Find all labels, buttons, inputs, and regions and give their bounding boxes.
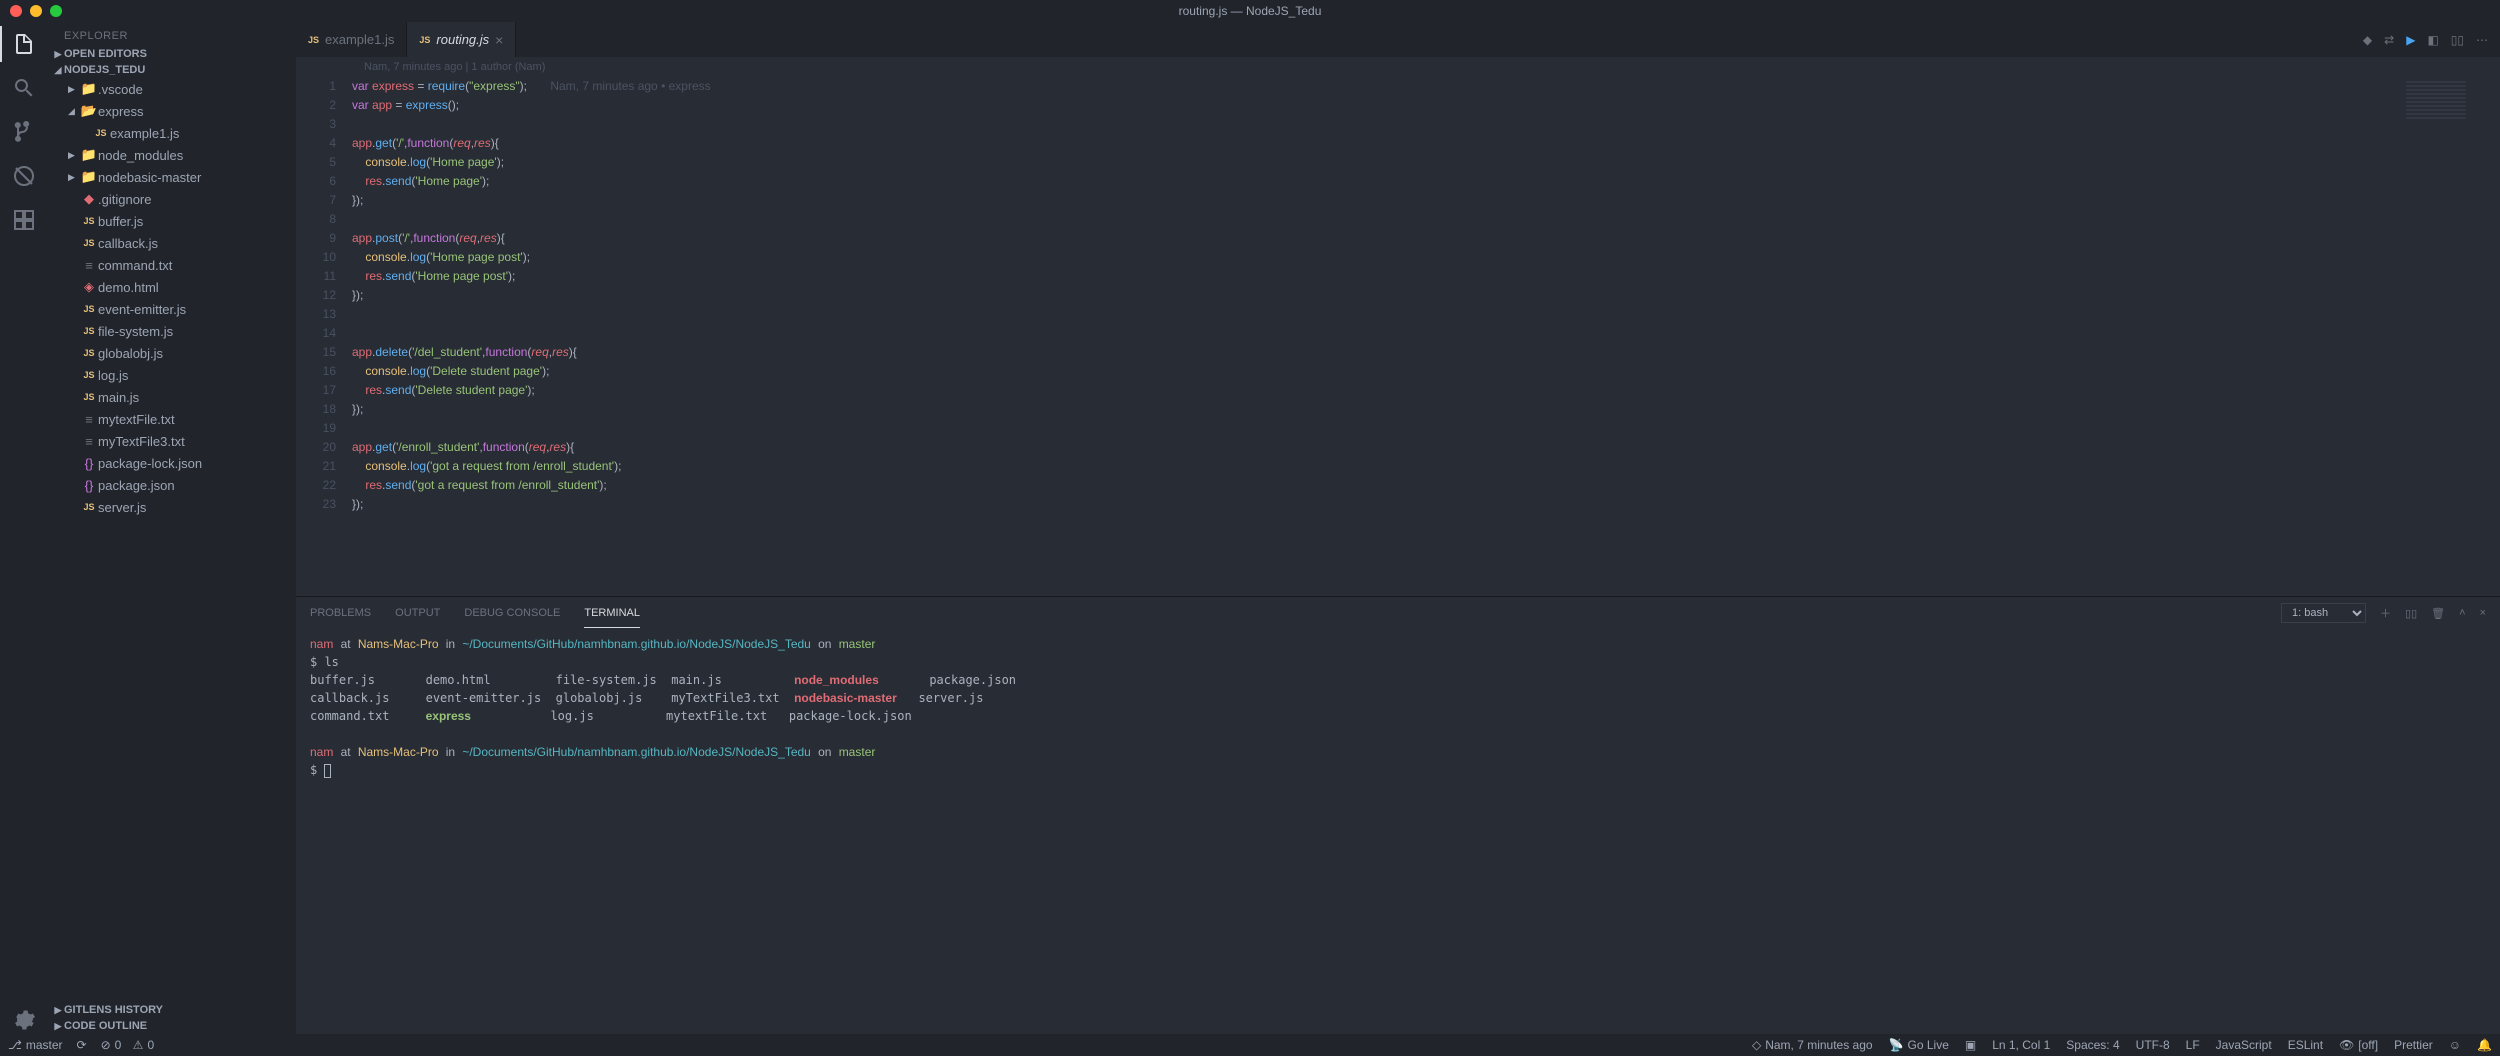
section-label: GITLENS HISTORY bbox=[64, 1004, 163, 1016]
open-changes-icon[interactable]: ◧ bbox=[2427, 33, 2438, 47]
compare-icon[interactable]: ⇄ bbox=[2384, 33, 2394, 47]
tree-file-mytextfile3[interactable]: ≡myTextFile3.txt bbox=[48, 430, 296, 452]
extensions-icon[interactable] bbox=[10, 206, 38, 234]
settings-icon[interactable] bbox=[10, 1006, 38, 1034]
tab-terminal[interactable]: TERMINAL bbox=[584, 599, 640, 628]
tree-file-log[interactable]: JSlog.js bbox=[48, 364, 296, 386]
tree-file-main[interactable]: JSmain.js bbox=[48, 386, 296, 408]
activity-bar bbox=[0, 22, 48, 1034]
tree-file-callback[interactable]: JScallback.js bbox=[48, 232, 296, 254]
tree-file-mytextfile[interactable]: ≡mytextFile.txt bbox=[48, 408, 296, 430]
status-spaces[interactable]: Spaces: 4 bbox=[2066, 1038, 2119, 1052]
sync-icon: ⟳ bbox=[77, 1038, 87, 1052]
section-label: OPEN EDITORS bbox=[64, 48, 147, 60]
status-sync[interactable]: ⟳ bbox=[77, 1038, 87, 1052]
split-editor-icon[interactable]: ▯▯ bbox=[2451, 33, 2464, 47]
section-open-editors[interactable]: ▶OPEN EDITORS bbox=[48, 46, 296, 62]
status-off[interactable]: 👁[off] bbox=[2339, 1038, 2378, 1052]
tab-bar: JSexample1.js JSrouting.js× ◆ ⇄ ▶ ◧ ▯▯ ⋯ bbox=[296, 22, 2500, 57]
status-lncol[interactable]: Ln 1, Col 1 bbox=[1992, 1038, 2050, 1052]
status-golive[interactable]: 📡Go Live bbox=[1889, 1038, 1949, 1052]
tree-file-eventemitter[interactable]: JSevent-emitter.js bbox=[48, 298, 296, 320]
live-share-icon: ▣ bbox=[1965, 1038, 1976, 1052]
explorer-icon[interactable] bbox=[10, 30, 38, 58]
tree-folder-vscode[interactable]: ▶📁.vscode bbox=[48, 78, 296, 100]
section-project[interactable]: ◢NODEJS_TEDU bbox=[48, 62, 296, 78]
tree-file-gitignore[interactable]: ◆.gitignore bbox=[48, 188, 296, 210]
titlebar: routing.js — NodeJS_Tedu bbox=[0, 0, 2500, 22]
broadcast-icon: 📡 bbox=[1889, 1038, 1904, 1052]
status-errors[interactable]: ⊘0 ⚠0 bbox=[101, 1038, 155, 1052]
status-live-share[interactable]: ▣ bbox=[1965, 1038, 1976, 1052]
status-encoding[interactable]: UTF-8 bbox=[2136, 1038, 2170, 1052]
status-bell[interactable]: 🔔 bbox=[2477, 1038, 2492, 1052]
tree-file-filesystem[interactable]: JSfile-system.js bbox=[48, 320, 296, 342]
minimap[interactable] bbox=[2400, 75, 2500, 125]
split-terminal-icon[interactable]: ▯▯ bbox=[2405, 607, 2417, 620]
terminal[interactable]: nam at Nams-Mac-Pro in ~/Documents/GitHu… bbox=[296, 629, 2500, 1034]
error-icon: ⊘ bbox=[101, 1038, 111, 1052]
new-terminal-icon[interactable]: ＋ bbox=[2380, 605, 2391, 621]
tree-file-command[interactable]: ≡command.txt bbox=[48, 254, 296, 276]
status-eslint[interactable]: ESLint bbox=[2288, 1038, 2323, 1052]
status-prettier[interactable]: Prettier bbox=[2394, 1038, 2433, 1052]
smiley-icon: ☺ bbox=[2449, 1038, 2461, 1052]
tree-folder-express[interactable]: ◢📂express bbox=[48, 100, 296, 122]
tab-problems[interactable]: PROBLEMS bbox=[310, 599, 371, 627]
kill-terminal-icon[interactable]: 🗑 bbox=[2431, 607, 2445, 620]
tree-file-example1[interactable]: JSexample1.js bbox=[48, 122, 296, 144]
tab-debug-console[interactable]: DEBUG CONSOLE bbox=[464, 599, 560, 627]
status-blame[interactable]: ◇Nam, 7 minutes ago bbox=[1752, 1038, 1873, 1052]
window-close-button[interactable] bbox=[10, 5, 22, 17]
section-outline[interactable]: ▶CODE OUTLINE bbox=[48, 1018, 296, 1034]
close-panel-icon[interactable]: × bbox=[2480, 607, 2486, 619]
tree-file-pkg[interactable]: {}package.json bbox=[48, 474, 296, 496]
person-icon: ◇ bbox=[1752, 1038, 1761, 1052]
file-tree: ▶📁.vscode ◢📂express JSexample1.js ▶📁node… bbox=[48, 78, 296, 518]
tab-output[interactable]: OUTPUT bbox=[395, 599, 440, 627]
code-editor[interactable]: var express = require("express"); Nam, 7… bbox=[352, 75, 2500, 596]
open-preview-icon[interactable]: ▶ bbox=[2406, 33, 2415, 47]
line-gutter: 1234567891011121314151617181920212223 bbox=[296, 75, 352, 596]
source-control-icon[interactable] bbox=[10, 118, 38, 146]
status-branch[interactable]: ⎇master bbox=[8, 1038, 63, 1052]
terminal-select[interactable]: 1: bash bbox=[2281, 603, 2366, 623]
sidebar-title: EXPLORER bbox=[48, 22, 296, 46]
status-eol[interactable]: LF bbox=[2186, 1038, 2200, 1052]
more-icon[interactable]: ⋯ bbox=[2476, 33, 2488, 47]
close-icon[interactable]: × bbox=[495, 32, 503, 48]
section-label: NODEJS_TEDU bbox=[64, 64, 145, 76]
tree-file-server[interactable]: JSserver.js bbox=[48, 496, 296, 518]
sidebar: EXPLORER ▶OPEN EDITORS ◢NODEJS_TEDU ▶📁.v… bbox=[48, 22, 296, 1034]
status-feedback[interactable]: ☺ bbox=[2449, 1038, 2461, 1052]
tree-file-buffer[interactable]: JSbuffer.js bbox=[48, 210, 296, 232]
warning-icon: ⚠ bbox=[133, 1038, 144, 1052]
eye-icon: 👁 bbox=[2339, 1038, 2354, 1052]
debug-icon[interactable] bbox=[10, 162, 38, 190]
bell-icon: 🔔 bbox=[2477, 1038, 2492, 1052]
tree-file-globalobj[interactable]: JSglobalobj.js bbox=[48, 342, 296, 364]
maximize-panel-icon[interactable]: ˄ bbox=[2459, 607, 2465, 619]
gitlens-icon[interactable]: ◆ bbox=[2363, 33, 2372, 47]
search-icon[interactable] bbox=[10, 74, 38, 102]
tab-example1[interactable]: JSexample1.js bbox=[296, 22, 407, 57]
window-maximize-button[interactable] bbox=[50, 5, 62, 17]
window-minimize-button[interactable] bbox=[30, 5, 42, 17]
blame-annotation: Nam, 7 minutes ago | 1 author (Nam) bbox=[296, 57, 2500, 75]
tree-folder-nodebasic[interactable]: ▶📁nodebasic-master bbox=[48, 166, 296, 188]
bottom-panel: PROBLEMS OUTPUT DEBUG CONSOLE TERMINAL 1… bbox=[296, 596, 2500, 1034]
status-language[interactable]: JavaScript bbox=[2216, 1038, 2272, 1052]
tree-file-demo[interactable]: ◈demo.html bbox=[48, 276, 296, 298]
status-bar: ⎇master ⟳ ⊘0 ⚠0 ◇Nam, 7 minutes ago 📡Go … bbox=[0, 1034, 2500, 1056]
section-label: CODE OUTLINE bbox=[64, 1020, 147, 1032]
tree-folder-node-modules[interactable]: ▶📁node_modules bbox=[48, 144, 296, 166]
window-title: routing.js — NodeJS_Tedu bbox=[1179, 4, 1322, 18]
tree-file-pkglock[interactable]: {}package-lock.json bbox=[48, 452, 296, 474]
section-gitlens[interactable]: ▶GITLENS HISTORY bbox=[48, 1002, 296, 1018]
tab-routing[interactable]: JSrouting.js× bbox=[407, 22, 516, 57]
branch-icon: ⎇ bbox=[8, 1038, 22, 1052]
